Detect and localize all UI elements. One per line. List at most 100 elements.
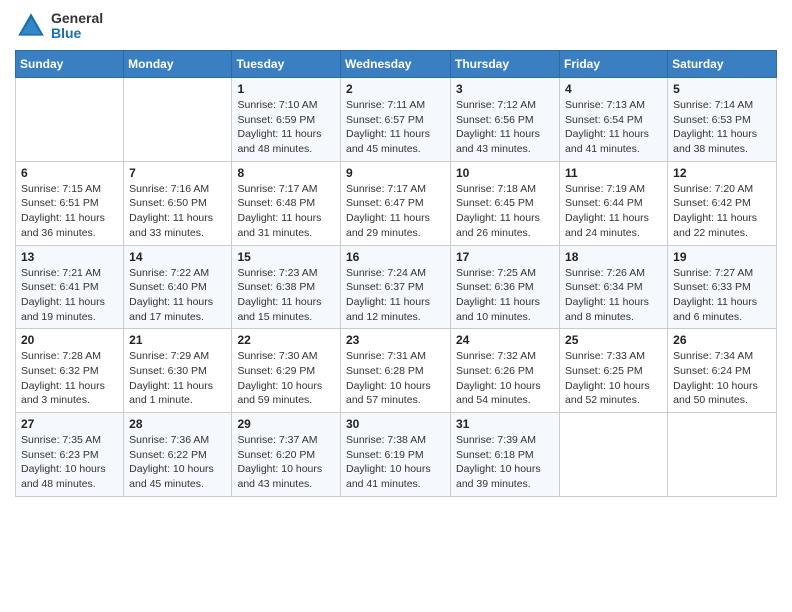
calendar-cell: 2 Sunrise: 7:11 AM Sunset: 6:57 PM Daylig… bbox=[341, 78, 451, 162]
day-number: 2 bbox=[346, 82, 445, 96]
day-number: 11 bbox=[565, 166, 662, 180]
logo-text: General Blue bbox=[51, 11, 103, 42]
day-info: Sunrise: 7:14 AM Sunset: 6:53 PM Dayligh… bbox=[673, 98, 771, 157]
calendar-cell: 28 Sunrise: 7:36 AM Sunset: 6:22 PM Dayli… bbox=[124, 413, 232, 497]
day-number: 26 bbox=[673, 333, 771, 347]
calendar-week-row: 13 Sunrise: 7:21 AM Sunset: 6:41 PM Dayli… bbox=[16, 245, 777, 329]
day-info: Sunrise: 7:23 AM Sunset: 6:38 PM Dayligh… bbox=[237, 266, 335, 325]
day-info: Sunrise: 7:15 AM Sunset: 6:51 PM Dayligh… bbox=[21, 182, 118, 241]
weekday-header-row: SundayMondayTuesdayWednesdayThursdayFrid… bbox=[16, 51, 777, 78]
day-number: 27 bbox=[21, 417, 118, 431]
calendar-cell bbox=[668, 413, 777, 497]
calendar-cell: 14 Sunrise: 7:22 AM Sunset: 6:40 PM Dayli… bbox=[124, 245, 232, 329]
day-info: Sunrise: 7:30 AM Sunset: 6:29 PM Dayligh… bbox=[237, 349, 335, 408]
day-number: 18 bbox=[565, 250, 662, 264]
day-number: 15 bbox=[237, 250, 335, 264]
day-number: 20 bbox=[21, 333, 118, 347]
day-info: Sunrise: 7:11 AM Sunset: 6:57 PM Dayligh… bbox=[346, 98, 445, 157]
day-info: Sunrise: 7:28 AM Sunset: 6:32 PM Dayligh… bbox=[21, 349, 118, 408]
calendar-cell: 6 Sunrise: 7:15 AM Sunset: 6:51 PM Daylig… bbox=[16, 161, 124, 245]
weekday-header: Saturday bbox=[668, 51, 777, 78]
day-number: 28 bbox=[129, 417, 226, 431]
calendar-cell: 30 Sunrise: 7:38 AM Sunset: 6:19 PM Dayli… bbox=[341, 413, 451, 497]
weekday-header: Tuesday bbox=[232, 51, 341, 78]
day-number: 16 bbox=[346, 250, 445, 264]
calendar-cell: 1Sunrise: 7:10 AM Sunset: 6:59 PM Daylig… bbox=[232, 78, 341, 162]
day-info: Sunrise: 7:18 AM Sunset: 6:45 PM Dayligh… bbox=[456, 182, 554, 241]
day-info: Sunrise: 7:22 AM Sunset: 6:40 PM Dayligh… bbox=[129, 266, 226, 325]
day-info: Sunrise: 7:31 AM Sunset: 6:28 PM Dayligh… bbox=[346, 349, 445, 408]
day-number: 31 bbox=[456, 417, 554, 431]
calendar-cell: 23 Sunrise: 7:31 AM Sunset: 6:28 PM Dayli… bbox=[341, 329, 451, 413]
day-number: 24 bbox=[456, 333, 554, 347]
calendar-cell: 4 Sunrise: 7:13 AM Sunset: 6:54 PM Daylig… bbox=[560, 78, 668, 162]
day-number: 9 bbox=[346, 166, 445, 180]
page-header: General Blue bbox=[15, 10, 777, 42]
calendar-cell: 27 Sunrise: 7:35 AM Sunset: 6:23 PM Dayli… bbox=[16, 413, 124, 497]
calendar-cell: 13 Sunrise: 7:21 AM Sunset: 6:41 PM Dayli… bbox=[16, 245, 124, 329]
calendar-cell: 5Sunrise: 7:14 AM Sunset: 6:53 PM Daylig… bbox=[668, 78, 777, 162]
calendar-cell: 20 Sunrise: 7:28 AM Sunset: 6:32 PM Dayli… bbox=[16, 329, 124, 413]
calendar-week-row: 6 Sunrise: 7:15 AM Sunset: 6:51 PM Daylig… bbox=[16, 161, 777, 245]
day-info: Sunrise: 7:24 AM Sunset: 6:37 PM Dayligh… bbox=[346, 266, 445, 325]
calendar-cell: 31 Sunrise: 7:39 AM Sunset: 6:18 PM Dayli… bbox=[451, 413, 560, 497]
day-number: 10 bbox=[456, 166, 554, 180]
day-number: 25 bbox=[565, 333, 662, 347]
day-info: Sunrise: 7:26 AM Sunset: 6:34 PM Dayligh… bbox=[565, 266, 662, 325]
calendar-cell: 29 Sunrise: 7:37 AM Sunset: 6:20 PM Dayli… bbox=[232, 413, 341, 497]
day-info: Sunrise: 7:36 AM Sunset: 6:22 PM Dayligh… bbox=[129, 433, 226, 492]
day-info: Sunrise: 7:21 AM Sunset: 6:41 PM Dayligh… bbox=[21, 266, 118, 325]
day-number: 14 bbox=[129, 250, 226, 264]
day-number: 8 bbox=[237, 166, 335, 180]
weekday-header: Friday bbox=[560, 51, 668, 78]
calendar-cell: 10 Sunrise: 7:18 AM Sunset: 6:45 PM Dayli… bbox=[451, 161, 560, 245]
day-info: Sunrise: 7:34 AM Sunset: 6:24 PM Dayligh… bbox=[673, 349, 771, 408]
calendar-cell: 24 Sunrise: 7:32 AM Sunset: 6:26 PM Dayli… bbox=[451, 329, 560, 413]
day-info: Sunrise: 7:27 AM Sunset: 6:33 PM Dayligh… bbox=[673, 266, 771, 325]
calendar-cell: 25 Sunrise: 7:33 AM Sunset: 6:25 PM Dayli… bbox=[560, 329, 668, 413]
day-info: Sunrise: 7:37 AM Sunset: 6:20 PM Dayligh… bbox=[237, 433, 335, 492]
day-number: 29 bbox=[237, 417, 335, 431]
day-info: Sunrise: 7:10 AM Sunset: 6:59 PM Dayligh… bbox=[237, 98, 335, 157]
weekday-header: Wednesday bbox=[341, 51, 451, 78]
day-info: Sunrise: 7:35 AM Sunset: 6:23 PM Dayligh… bbox=[21, 433, 118, 492]
calendar-week-row: 20 Sunrise: 7:28 AM Sunset: 6:32 PM Dayli… bbox=[16, 329, 777, 413]
day-info: Sunrise: 7:39 AM Sunset: 6:18 PM Dayligh… bbox=[456, 433, 554, 492]
calendar-cell: 16 Sunrise: 7:24 AM Sunset: 6:37 PM Dayli… bbox=[341, 245, 451, 329]
day-number: 17 bbox=[456, 250, 554, 264]
calendar-cell bbox=[560, 413, 668, 497]
calendar-cell: 8 Sunrise: 7:17 AM Sunset: 6:48 PM Daylig… bbox=[232, 161, 341, 245]
weekday-header: Sunday bbox=[16, 51, 124, 78]
calendar-cell: 17Sunrise: 7:25 AM Sunset: 6:36 PM Dayli… bbox=[451, 245, 560, 329]
day-info: Sunrise: 7:17 AM Sunset: 6:48 PM Dayligh… bbox=[237, 182, 335, 241]
day-number: 6 bbox=[21, 166, 118, 180]
calendar-cell: 19Sunrise: 7:27 AM Sunset: 6:33 PM Dayli… bbox=[668, 245, 777, 329]
day-number: 12 bbox=[673, 166, 771, 180]
calendar-cell: 11Sunrise: 7:19 AM Sunset: 6:44 PM Dayli… bbox=[560, 161, 668, 245]
calendar-cell: 21Sunrise: 7:29 AM Sunset: 6:30 PM Dayli… bbox=[124, 329, 232, 413]
logo: General Blue bbox=[15, 10, 103, 42]
day-info: Sunrise: 7:12 AM Sunset: 6:56 PM Dayligh… bbox=[456, 98, 554, 157]
calendar-table: SundayMondayTuesdayWednesdayThursdayFrid… bbox=[15, 50, 777, 497]
calendar-cell bbox=[16, 78, 124, 162]
logo-icon bbox=[15, 10, 47, 42]
day-number: 22 bbox=[237, 333, 335, 347]
calendar-cell bbox=[124, 78, 232, 162]
weekday-header: Monday bbox=[124, 51, 232, 78]
day-info: Sunrise: 7:32 AM Sunset: 6:26 PM Dayligh… bbox=[456, 349, 554, 408]
day-info: Sunrise: 7:17 AM Sunset: 6:47 PM Dayligh… bbox=[346, 182, 445, 241]
calendar-cell: 9 Sunrise: 7:17 AM Sunset: 6:47 PM Daylig… bbox=[341, 161, 451, 245]
day-info: Sunrise: 7:33 AM Sunset: 6:25 PM Dayligh… bbox=[565, 349, 662, 408]
calendar-cell: 12 Sunrise: 7:20 AM Sunset: 6:42 PM Dayli… bbox=[668, 161, 777, 245]
day-number: 7 bbox=[129, 166, 226, 180]
day-info: Sunrise: 7:38 AM Sunset: 6:19 PM Dayligh… bbox=[346, 433, 445, 492]
day-info: Sunrise: 7:13 AM Sunset: 6:54 PM Dayligh… bbox=[565, 98, 662, 157]
day-number: 30 bbox=[346, 417, 445, 431]
day-number: 13 bbox=[21, 250, 118, 264]
day-number: 23 bbox=[346, 333, 445, 347]
calendar-week-row: 1Sunrise: 7:10 AM Sunset: 6:59 PM Daylig… bbox=[16, 78, 777, 162]
day-number: 4 bbox=[565, 82, 662, 96]
calendar-cell: 7Sunrise: 7:16 AM Sunset: 6:50 PM Daylig… bbox=[124, 161, 232, 245]
calendar-cell: 26 Sunrise: 7:34 AM Sunset: 6:24 PM Dayli… bbox=[668, 329, 777, 413]
day-info: Sunrise: 7:20 AM Sunset: 6:42 PM Dayligh… bbox=[673, 182, 771, 241]
